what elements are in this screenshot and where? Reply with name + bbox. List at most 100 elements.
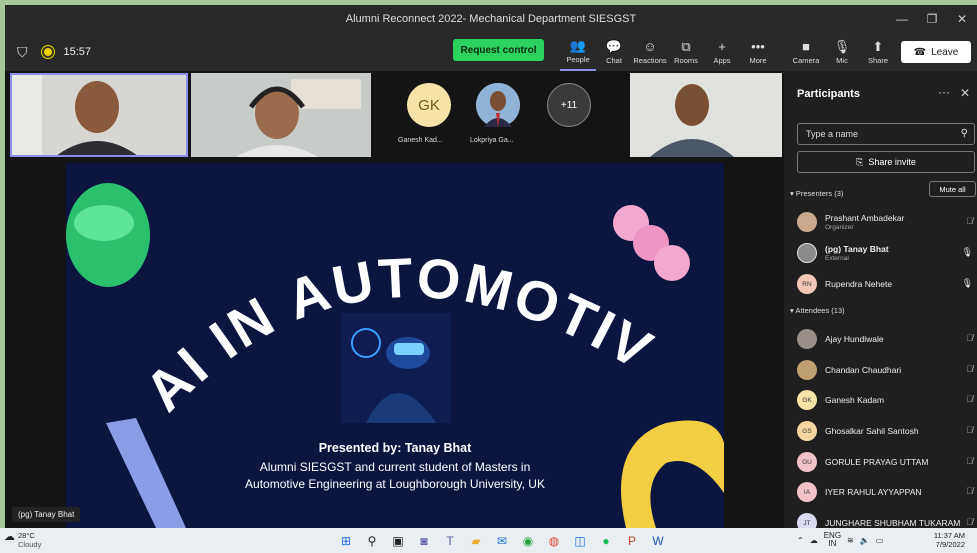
volume-icon[interactable]: 🔈 <box>860 536 870 545</box>
mic-off-icon: 🎙̸ <box>966 333 973 343</box>
participant-row[interactable]: RN Rupendra Nehete 🎙 <box>797 271 977 297</box>
more-button[interactable]: ••• More <box>740 33 776 71</box>
camera-icon: ■ <box>802 39 810 54</box>
teams-window: Alumni Reconnect 2022- Mechanical Depart… <box>5 5 977 533</box>
participant-row[interactable]: Chandan Chaudhari 🎙̸ <box>797 357 977 383</box>
participant-row[interactable]: GU GORULE PRAYAG UTTAM 🎙̸ <box>797 449 977 475</box>
title-bar: Alumni Reconnect 2022- Mechanical Depart… <box>5 5 977 33</box>
more-options-icon[interactable]: ··· <box>938 85 950 99</box>
mic-icon: 🎙 <box>833 39 851 54</box>
recording-indicator-icon <box>41 46 54 58</box>
rooms-icon: ⧉ <box>681 39 691 54</box>
mic-off-icon: 🎙̸ <box>966 364 973 374</box>
participant-label: Lokpriya Ga... <box>470 137 514 144</box>
teams-icon[interactable]: T <box>437 532 463 549</box>
shared-slide: AI IN AUTOMOTIVE Presented by: Tanay Bha… <box>66 163 724 528</box>
leave-button[interactable]: ☎ Leave <box>901 41 971 63</box>
video-tile[interactable] <box>10 73 188 157</box>
outlook-icon[interactable]: ◫ <box>567 532 593 549</box>
mic-button[interactable]: 🎙 Mic <box>824 33 860 71</box>
overflow-count[interactable]: +11 <box>547 83 591 127</box>
participant-label: Ganesh Kad... <box>398 137 443 144</box>
avatar <box>797 329 817 349</box>
presenters-heading[interactable]: ▾ Presenters (3) <box>790 189 843 198</box>
people-button[interactable]: 👥 People <box>560 33 596 71</box>
share-icon: ⬆ <box>872 39 884 54</box>
participant-row[interactable]: Prashant Ambadekar Organizer 🎙̸ <box>797 209 977 235</box>
video-tile[interactable] <box>630 73 782 157</box>
file-explorer-icon[interactable]: ▰ <box>463 532 489 549</box>
taskbar-clock[interactable]: 11:37 AM 7/9/2022 <box>934 531 965 549</box>
more-icon: ••• <box>751 39 765 54</box>
reactions-icon: ☺ <box>643 39 657 54</box>
avatar <box>476 83 520 127</box>
whatsapp-icon[interactable]: ◉ <box>515 532 541 549</box>
mic-icon: 🎙 <box>961 247 973 257</box>
start-icon[interactable]: ⊞ <box>333 532 359 549</box>
word-icon[interactable]: W <box>645 532 671 549</box>
share-icon: ⎘ <box>856 156 864 167</box>
weather-widget[interactable]: ☁ 28°C Cloudy <box>4 531 41 549</box>
people-icon: 👥 <box>569 38 587 53</box>
apps-button[interactable]: + Apps <box>704 33 740 71</box>
share-invite-button[interactable]: ⎘ Share invite <box>797 151 975 173</box>
onedrive-icon[interactable]: ☁ <box>810 536 818 545</box>
avatar <box>797 243 817 263</box>
powerpoint-icon[interactable]: P <box>619 532 645 549</box>
spotify-icon[interactable]: ● <box>593 532 619 549</box>
participants-panel: Participants ··· ✕ Type a name ⚲ ⎘ Share… <box>784 71 977 533</box>
mic-off-icon: 🎙̸ <box>966 517 973 527</box>
slide-line-1: Alumni SIESGST and current student of Ma… <box>259 460 531 474</box>
mic-off-icon: 🎙̸ <box>966 456 973 466</box>
chrome-icon[interactable]: ◍ <box>541 532 567 549</box>
wifi-icon[interactable]: ≋ <box>847 536 854 545</box>
chat-button[interactable]: 💬 Chat <box>596 33 632 71</box>
minimize-button[interactable]: — <box>887 5 917 33</box>
search-input[interactable]: Type a name ⚲ <box>797 123 975 145</box>
mail-icon[interactable]: ✉ <box>489 532 515 549</box>
participant-row[interactable]: GS Ghosalkar Sahil Santosh 🎙̸ <box>797 418 977 444</box>
taskbar-apps: ⊞ ⚲ ▣ ◙ T ▰ ✉ ◉ ◍ ◫ ● P W <box>333 532 671 549</box>
person-photo <box>476 83 520 127</box>
participant-row[interactable]: GK Ganesh Kadam 🎙̸ <box>797 387 977 413</box>
close-window-button[interactable]: ✕ <box>947 5 977 33</box>
meeting-stage: GK Ganesh Kad... Lokpriya Ga... +11 AI I… <box>5 71 784 528</box>
windows-taskbar: ☁ 28°C Cloudy ⊞ ⚲ ▣ ◙ T ▰ ✉ ◉ ◍ ◫ ● P W … <box>0 528 977 553</box>
participant-row[interactable]: IA IYER RAHUL AYYAPPAN 🎙̸ <box>797 479 977 505</box>
chat-app-icon[interactable]: ◙ <box>411 532 437 549</box>
mute-all-button[interactable]: Mute all <box>929 181 976 197</box>
window-title: Alumni Reconnect 2022- Mechanical Depart… <box>345 13 637 25</box>
avatar <box>797 360 817 380</box>
mic-off-icon: 🎙̸ <box>966 425 973 435</box>
avatar: GU <box>797 452 817 472</box>
video-tile[interactable] <box>191 73 371 157</box>
participant-video <box>630 73 782 157</box>
task-view-icon[interactable]: ▣ <box>385 532 411 549</box>
close-icon[interactable]: ✕ <box>960 86 970 100</box>
mic-off-icon: 🎙̸ <box>966 486 973 496</box>
slide-line-2: Automotive Engineering at Loughborough U… <box>245 477 545 491</box>
mic-off-icon: 🎙̸ <box>966 394 973 404</box>
mic-icon: 🎙 <box>961 278 973 288</box>
participant-row[interactable]: (pg) Tanay Bhat External 🎙 <box>797 240 977 266</box>
request-control-button[interactable]: Request control <box>453 39 544 61</box>
participant-video <box>12 75 186 155</box>
avatar: GK <box>407 83 451 127</box>
svg-text:AI IN AUTOMOTIVE: AI IN AUTOMOTIVE <box>66 163 665 423</box>
chevron-up-icon[interactable]: ⌃ <box>797 536 804 545</box>
cloud-icon: ☁ <box>4 531 15 543</box>
chat-icon: 💬 <box>605 39 623 54</box>
search-icon: ⚲ <box>960 128 968 139</box>
camera-button[interactable]: ■ Camera <box>788 33 824 71</box>
participant-row[interactable]: Ajay Hundiwale 🎙̸ <box>797 326 977 352</box>
reactions-button[interactable]: ☺ Reactions <box>632 33 668 71</box>
restore-button[interactable]: ❐ <box>917 5 947 33</box>
search-icon[interactable]: ⚲ <box>359 532 385 549</box>
system-tray: ⌃ ☁ ENG IN ≋ 🔈 ▭ <box>797 532 883 548</box>
rooms-button[interactable]: ⧉ Rooms <box>668 33 704 71</box>
battery-icon[interactable]: ▭ <box>876 536 884 545</box>
share-button[interactable]: ⬆ Share <box>860 33 896 71</box>
language-indicator[interactable]: ENG IN <box>824 532 841 548</box>
attendees-heading[interactable]: ▾ Attendees (13) <box>790 306 845 315</box>
shield-icon: ⛉ <box>17 43 28 60</box>
